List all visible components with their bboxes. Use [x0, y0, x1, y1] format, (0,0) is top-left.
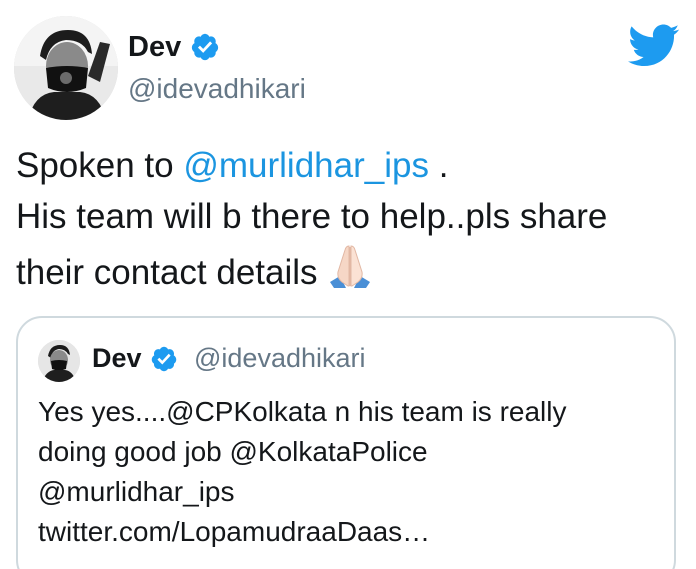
quoted-tweet-text: Yes yes....@CPKolkata n his team is real… — [38, 392, 658, 552]
quoted-author-avatar — [38, 340, 80, 382]
verified-badge-icon — [150, 345, 178, 373]
tweet-card: Dev @idevadhikari Spoken to @murlidhar_i… — [0, 0, 696, 569]
author-name[interactable]: Dev — [128, 30, 181, 64]
tweet-text-prefix: Spoken to — [16, 146, 184, 185]
author-avatar[interactable] — [14, 16, 118, 120]
tweet-text-line-1: Spoken to @murlidhar_ips . — [16, 140, 686, 191]
author-handle[interactable]: @idevadhikari — [128, 72, 306, 106]
tweet-text-line-2: His team will b there to help..pls share — [16, 197, 608, 236]
quoted-author-handle: @idevadhikari — [194, 343, 366, 373]
quoted-tweet-line: Yes yes....@CPKolkata n his team is real… — [38, 396, 567, 427]
quoted-tweet-line: doing good job @KolkataPolice — [38, 436, 428, 467]
quoted-tweet-line: @murlidhar_ips — [38, 476, 235, 507]
tweet-text: Spoken to @murlidhar_ips . His team will… — [16, 140, 686, 293]
quoted-tweet[interactable]: Dev @idevadhikari Yes yes....@CPKolkata … — [16, 316, 676, 569]
quoted-tweet-link[interactable]: twitter.com/LopamudraaDaas… — [38, 512, 658, 552]
twitter-bird-icon[interactable] — [628, 24, 680, 68]
quoted-author-name: Dev — [92, 343, 142, 373]
tweet-text-suffix: . — [428, 146, 449, 185]
folded-hands-emoji-icon — [326, 242, 374, 304]
tweet-text-line-3: their contact details — [16, 242, 686, 293]
mention-link[interactable]: @murlidhar_ips — [183, 146, 429, 185]
verified-badge-icon — [190, 32, 220, 62]
tweet-text-line-3-text: their contact details — [16, 253, 318, 292]
